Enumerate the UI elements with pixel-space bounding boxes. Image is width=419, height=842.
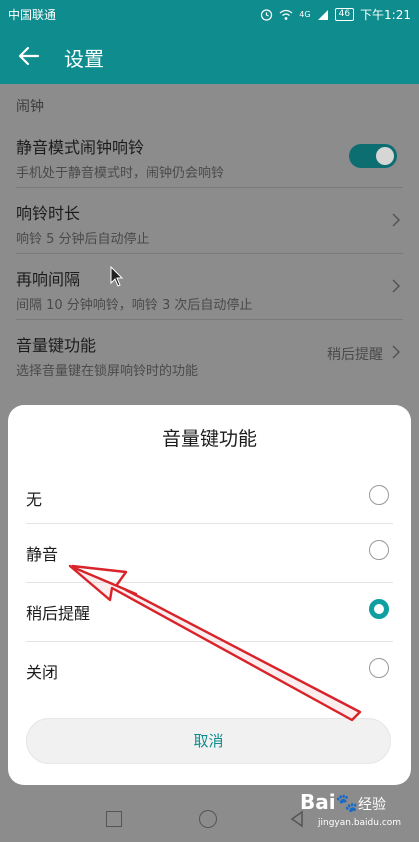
chevron-right-icon — [392, 345, 401, 359]
setting-subtitle: 手机处于静音模式时，闹钟仍会响铃 — [16, 166, 225, 181]
divider — [26, 641, 393, 642]
option-label: 关闭 — [26, 663, 59, 682]
setting-silent-mode-alarm[interactable]: 静音模式闹钟响铃 手机处于静音模式时，闹钟仍会响铃 — [0, 122, 419, 188]
page-title: 设置 — [64, 47, 104, 71]
option-mute[interactable]: 静音 — [8, 523, 411, 582]
recent-apps-icon[interactable] — [106, 811, 122, 827]
status-icons: 4G 46 下午1:21 — [260, 6, 411, 23]
setting-title: 响铃时长 — [16, 204, 81, 223]
wifi-icon — [279, 9, 293, 20]
radio-unselected[interactable] — [369, 540, 389, 560]
setting-title: 静音模式闹钟响铃 — [16, 138, 145, 157]
divider — [26, 582, 393, 583]
carrier-label: 中国联通 — [8, 8, 57, 22]
radio-unselected[interactable] — [369, 485, 389, 505]
chevron-right-icon — [392, 213, 401, 227]
option-label: 静音 — [26, 545, 59, 564]
clock-label: 下午1:21 — [360, 8, 411, 22]
silent-mode-alarm-toggle[interactable] — [349, 144, 397, 168]
option-label: 稍后提醒 — [26, 604, 91, 623]
arrow-left-icon[interactable] — [16, 43, 42, 69]
baidu-jingyan-watermark: Bai🐾经验 jingyan.baidu.com — [300, 786, 418, 840]
battery-icon: 46 — [334, 8, 355, 21]
watermark-logo: Bai🐾经验 — [300, 790, 387, 814]
setting-volume-key-function[interactable]: 音量键功能 选择音量键在锁屏响铃时的功能 稍后提醒 — [0, 320, 419, 386]
toggle-knob — [376, 147, 394, 165]
watermark-text-cn: 经验 — [358, 797, 387, 813]
cancel-button[interactable]: 取消 — [26, 718, 391, 764]
setting-subtitle: 间隔 10 分钟响铃，响铃 3 次后自动停止 — [16, 298, 253, 313]
chevron-right-icon — [392, 279, 401, 293]
home-icon[interactable] — [199, 810, 217, 828]
setting-subtitle: 选择音量键在锁屏响铃时的功能 — [16, 364, 199, 379]
mouse-cursor-icon — [110, 266, 124, 287]
option-label: 无 — [26, 490, 43, 509]
signal-icon — [317, 9, 328, 20]
setting-title: 再响间隔 — [16, 270, 81, 289]
setting-subtitle: 响铃 5 分钟后自动停止 — [16, 232, 150, 247]
watermark-text: Bai — [300, 790, 336, 814]
alarm-icon — [261, 9, 273, 21]
volume-key-function-dialog: 音量键功能 无 静音 稍后提醒 关闭 取消 — [8, 405, 411, 785]
status-bar: 中国联通 4G 46 下午1:21 — [0, 0, 419, 28]
setting-title: 音量键功能 — [16, 336, 97, 355]
app-bar: 设置 — [0, 28, 419, 84]
dialog-title: 音量键功能 — [161, 428, 257, 450]
setting-value: 稍后提醒 — [327, 347, 383, 363]
option-remind-later[interactable]: 稍后提醒 — [8, 582, 411, 641]
setting-ring-duration[interactable]: 响铃时长 响铃 5 分钟后自动停止 — [0, 188, 419, 254]
setting-snooze-interval[interactable]: 再响间隔 间隔 10 分钟响铃，响铃 3 次后自动停止 — [0, 254, 419, 320]
network-type-label: 4G — [299, 10, 311, 19]
section-label-alarm: 闹钟 — [16, 99, 44, 115]
option-off[interactable]: 关闭 — [8, 641, 411, 700]
divider — [26, 523, 393, 524]
radio-selected[interactable] — [369, 599, 389, 619]
option-none[interactable]: 无 — [8, 468, 411, 527]
radio-unselected[interactable] — [369, 658, 389, 678]
watermark-url: jingyan.baidu.com — [318, 818, 402, 828]
